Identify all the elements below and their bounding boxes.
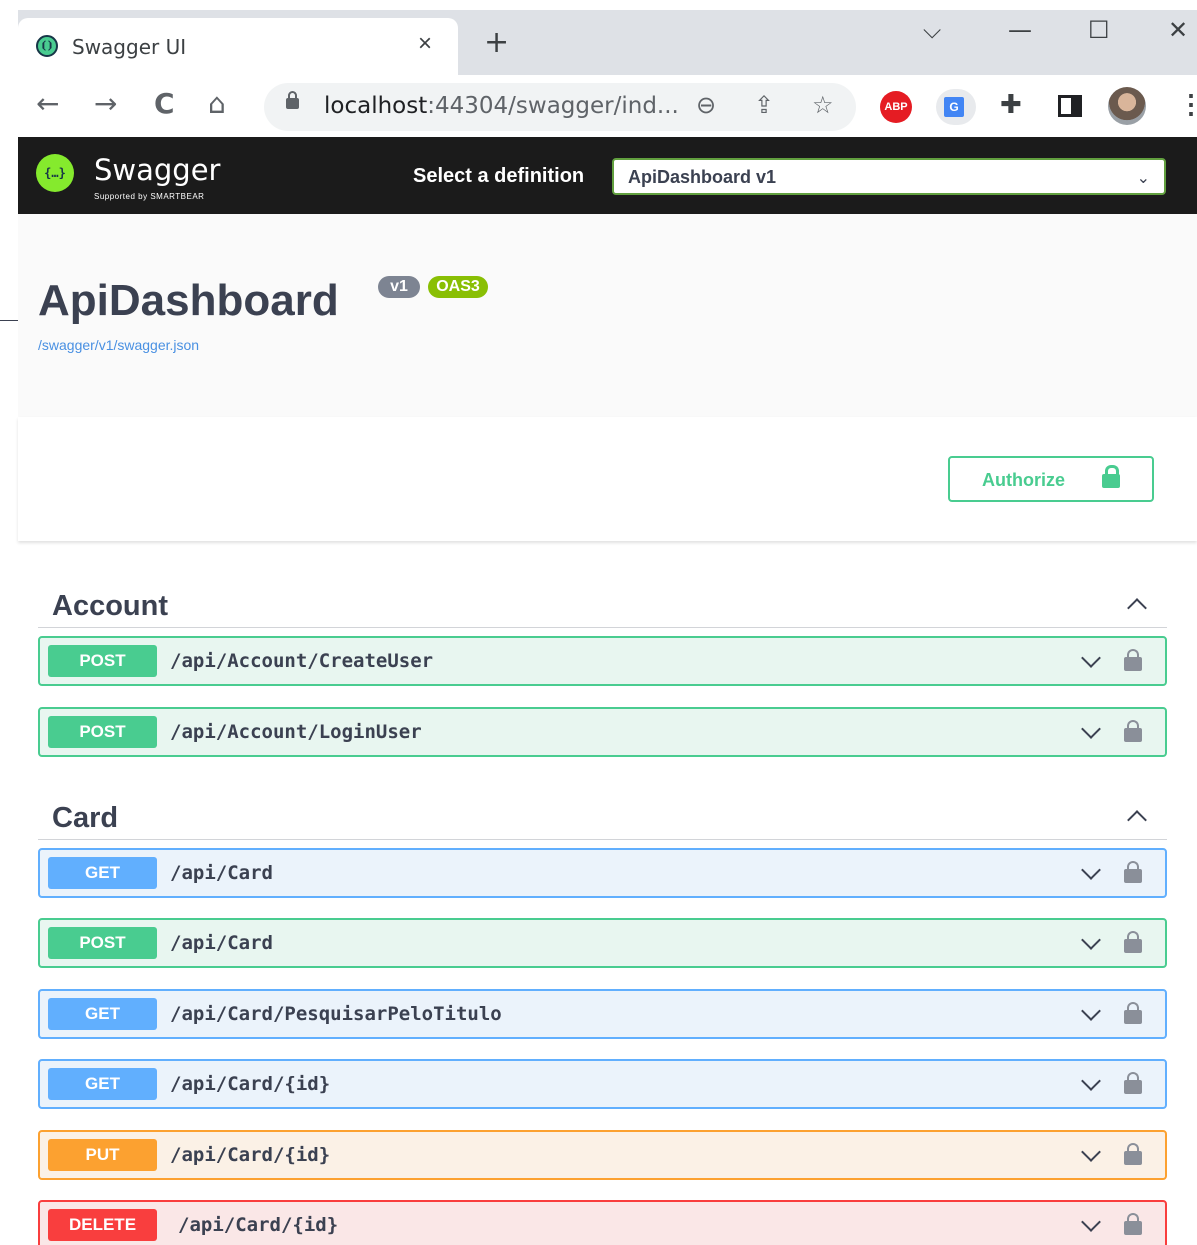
reload-icon[interactable]: C bbox=[154, 89, 175, 119]
tag-header-card[interactable]: Card bbox=[38, 784, 1167, 840]
spec-link[interactable]: /swagger/v1/swagger.json bbox=[38, 337, 199, 353]
share-icon[interactable]: ⇪ bbox=[754, 91, 774, 119]
minimize-icon[interactable]: — bbox=[1008, 16, 1032, 44]
browser-tab[interactable]: ⦗⦘ Swagger UI × bbox=[18, 18, 458, 75]
url-text[interactable]: localhost:44304/swagger/ind... bbox=[324, 93, 679, 119]
lock-icon[interactable] bbox=[1124, 1002, 1142, 1024]
chevron-down-icon: ⌄ bbox=[1136, 170, 1150, 187]
method-badge: POST bbox=[48, 645, 157, 677]
operation-row[interactable]: POST /api/Account/CreateUser bbox=[38, 636, 1167, 686]
chevron-down-icon[interactable] bbox=[1080, 934, 1100, 952]
operation-row[interactable]: POST /api/Account/LoginUser bbox=[38, 707, 1167, 757]
chevron-down-icon[interactable] bbox=[1080, 723, 1100, 741]
browser-tab-strip: ⦗⦘ Swagger UI × + ⌵ — ☐ ✕ bbox=[18, 10, 1197, 75]
lock-icon[interactable] bbox=[1124, 931, 1142, 953]
side-panel-icon[interactable] bbox=[1058, 95, 1082, 117]
swagger-brand-sub: Supported by SMARTBEAR bbox=[94, 192, 205, 201]
extensions-puzzle-icon[interactable]: ✚ bbox=[1000, 89, 1022, 120]
lock-icon[interactable] bbox=[1124, 861, 1142, 883]
forward-icon[interactable]: → bbox=[94, 89, 117, 119]
chevron-up-icon[interactable] bbox=[1127, 808, 1145, 826]
chevron-down-icon[interactable] bbox=[1080, 1216, 1100, 1234]
operation-path: /api/Card/PesquisarPeloTitulo bbox=[170, 1003, 502, 1025]
chevron-up-icon[interactable] bbox=[1127, 596, 1145, 614]
operation-path: /api/Card/{id} bbox=[178, 1214, 339, 1236]
maximize-icon[interactable]: ☐ bbox=[1088, 16, 1110, 44]
definition-select-value: ApiDashboard v1 bbox=[628, 167, 777, 187]
definition-label: Select a definition bbox=[413, 165, 585, 187]
operation-row[interactable]: PUT /api/Card/{id} bbox=[38, 1130, 1167, 1180]
operation-path: /api/Card bbox=[170, 932, 273, 954]
chevron-down-icon[interactable] bbox=[1080, 864, 1100, 882]
method-badge: POST bbox=[48, 716, 157, 748]
lock-icon[interactable] bbox=[1124, 1213, 1142, 1235]
chevron-down-icon[interactable] bbox=[1080, 1075, 1100, 1093]
lock-icon[interactable] bbox=[1124, 1072, 1142, 1094]
close-window-icon[interactable]: ✕ bbox=[1168, 16, 1188, 44]
swagger-brand[interactable]: Swagger bbox=[94, 153, 220, 187]
tag-name: Card bbox=[52, 802, 119, 834]
operation-path: /api/Card/{id} bbox=[170, 1144, 331, 1166]
lock-icon[interactable] bbox=[1124, 1143, 1142, 1165]
oas-badge: OAS3 bbox=[428, 276, 488, 298]
operation-row[interactable]: POST /api/Card bbox=[38, 918, 1167, 968]
tab-search-icon[interactable]: ⌵ bbox=[923, 16, 941, 44]
operation-row[interactable]: GET /api/Card/{id} bbox=[38, 1059, 1167, 1109]
authorize-button[interactable]: Authorize bbox=[948, 456, 1154, 502]
tab-title: Swagger UI bbox=[72, 35, 187, 59]
bookmark-star-icon[interactable]: ☆ bbox=[812, 91, 834, 119]
authorize-label: Authorize bbox=[982, 470, 1065, 490]
operation-row[interactable]: DELETE /api/Card/{id} bbox=[38, 1200, 1167, 1245]
method-badge: GET bbox=[48, 998, 157, 1030]
api-info: ApiDashboard v1 OAS3 /swagger/v1/swagger… bbox=[18, 214, 1197, 417]
tag-header-account[interactable]: Account bbox=[38, 572, 1167, 628]
browser-toolbar: ← → C ⌂ localhost:44304/swagger/ind... ⊖… bbox=[18, 75, 1197, 137]
operation-path: /api/Card bbox=[170, 862, 273, 884]
version-badge: v1 bbox=[378, 276, 420, 298]
swagger-topbar: {…} Swagger Supported by SMARTBEAR Selec… bbox=[18, 137, 1197, 214]
method-badge: POST bbox=[48, 927, 157, 959]
operation-row[interactable]: GET /api/Card bbox=[38, 848, 1167, 898]
method-badge: PUT bbox=[48, 1139, 157, 1171]
lock-icon[interactable] bbox=[1124, 720, 1142, 742]
home-icon[interactable]: ⌂ bbox=[208, 89, 226, 119]
new-tab-icon[interactable]: + bbox=[484, 28, 509, 58]
method-badge: GET bbox=[48, 857, 157, 889]
back-icon[interactable]: ← bbox=[36, 89, 59, 119]
zoom-icon[interactable]: ⊖ bbox=[696, 91, 716, 119]
method-badge: DELETE bbox=[48, 1209, 157, 1241]
scheme-container: Authorize bbox=[18, 417, 1197, 541]
definition-select[interactable]: ApiDashboard v1 ⌄ bbox=[612, 158, 1166, 195]
tag-name: Account bbox=[52, 590, 168, 622]
chevron-down-icon[interactable] bbox=[1080, 1146, 1100, 1164]
address-bar[interactable]: localhost:44304/swagger/ind... ⊖ ⇪ ☆ bbox=[264, 83, 856, 131]
chevron-down-icon[interactable] bbox=[1080, 652, 1100, 670]
swagger-favicon-icon: ⦗⦘ bbox=[36, 35, 58, 57]
browser-menu-icon[interactable]: ⋮ bbox=[1178, 89, 1197, 120]
adblock-icon[interactable]: ABP bbox=[880, 91, 912, 123]
method-badge: GET bbox=[48, 1068, 157, 1100]
google-translate-icon[interactable]: G bbox=[936, 89, 976, 125]
operation-row[interactable]: GET /api/Card/PesquisarPeloTitulo bbox=[38, 989, 1167, 1039]
lock-icon[interactable] bbox=[286, 91, 299, 109]
swagger-logo-icon[interactable]: {…} bbox=[36, 154, 74, 192]
close-tab-icon[interactable]: × bbox=[418, 30, 432, 58]
api-title: ApiDashboard bbox=[38, 276, 339, 325]
lock-icon[interactable] bbox=[1124, 649, 1142, 671]
operation-path: /api/Account/CreateUser bbox=[170, 650, 434, 672]
operation-path: /api/Card/{id} bbox=[170, 1073, 331, 1095]
profile-avatar[interactable] bbox=[1108, 87, 1146, 125]
operation-path: /api/Account/LoginUser bbox=[170, 721, 422, 743]
unlocked-icon bbox=[1102, 465, 1120, 488]
chevron-down-icon[interactable] bbox=[1080, 1005, 1100, 1023]
